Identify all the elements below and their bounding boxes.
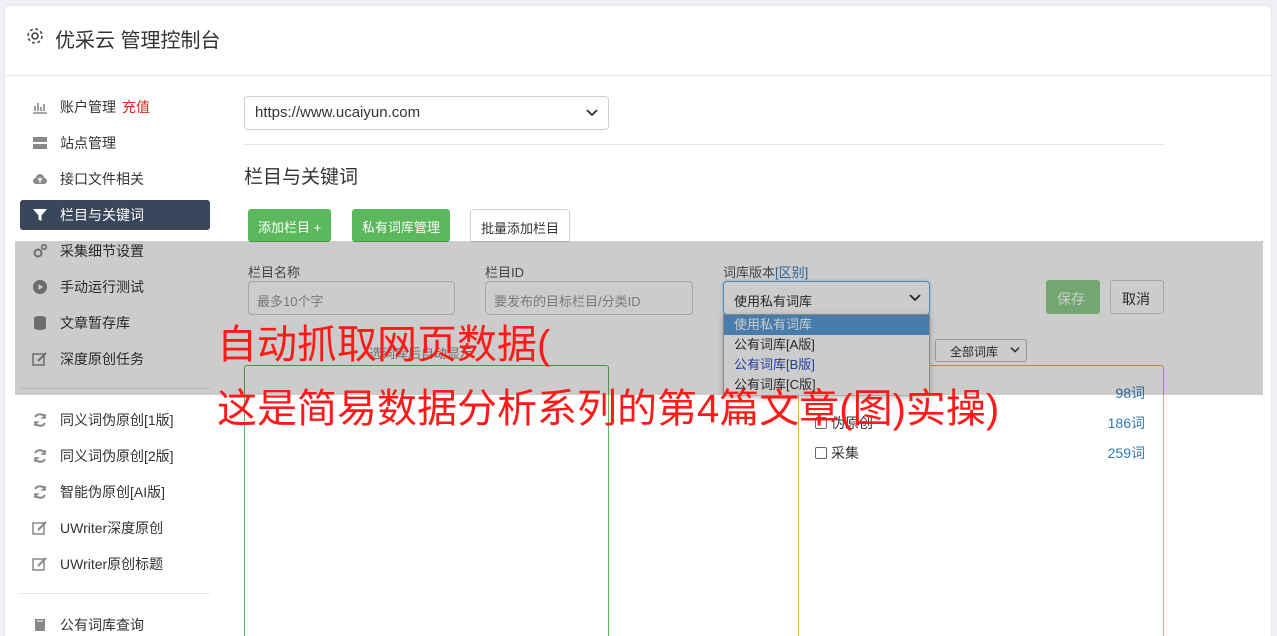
- sidebar-item-label: UWriter深度原创: [60, 520, 164, 536]
- caption-line-2: 这是简易数据分析系列的第4篇文章(图)实操): [217, 387, 1000, 431]
- refresh-icon: [34, 449, 46, 463]
- server-icon: [33, 137, 47, 149]
- sidebar-item-uwriter-deep[interactable]: UWriter深度原创: [20, 513, 210, 543]
- cloud-upload-icon: [33, 174, 47, 184]
- sidebar-item-label: 站点管理: [60, 135, 116, 151]
- sidebar-item-sites[interactable]: 站点管理: [20, 128, 210, 158]
- refresh-icon: [34, 413, 46, 427]
- filter-icon: [33, 209, 47, 221]
- sidebar-item-label: 智能伪原创[AI版]: [60, 484, 166, 500]
- refresh-icon: [34, 485, 46, 499]
- site-select-value: https://www.ucaiyun.com: [255, 104, 421, 121]
- private-lib-button[interactable]: 私有词库管理: [352, 209, 451, 242]
- sidebar-item-account[interactable]: 账户管理 充值: [20, 92, 210, 122]
- lib-name: 采集: [831, 445, 859, 461]
- sidebar-item-uwriter-title[interactable]: UWriter原创标题: [20, 549, 210, 579]
- header-bar: 优采云 管理控制台: [5, 6, 1273, 76]
- chevron-down-icon: [586, 109, 598, 117]
- sidebar-item-label: UWriter原创标题: [60, 556, 164, 572]
- edit-icon: [32, 557, 47, 571]
- sidebar-item-label: 同义词伪原创[1版]: [60, 412, 174, 428]
- sidebar-item-columns[interactable]: 栏目与关键词: [20, 200, 210, 230]
- sidebar-item-interface[interactable]: 接口文件相关: [20, 164, 210, 194]
- recharge-link[interactable]: 充值: [122, 97, 150, 117]
- divider: [244, 144, 1164, 145]
- site-select[interactable]: https://www.ucaiyun.com: [244, 96, 609, 130]
- caption-line-1: 自动抓取网页数据(: [217, 323, 551, 367]
- sidebar-divider: [20, 593, 210, 594]
- sidebar-item-label: 接口文件相关: [60, 171, 144, 187]
- sidebar-item-label: 栏目与关键词: [60, 207, 144, 223]
- sidebar-item-label: 同义词伪原创[2版]: [60, 448, 174, 464]
- sidebar-item-label: 公有词库查询: [60, 617, 144, 633]
- dim-overlay: [15, 241, 1263, 395]
- lib-count: 186词: [1107, 415, 1145, 431]
- bar-chart-icon: [33, 103, 47, 114]
- sidebar-item-synonym-v1[interactable]: 同义词伪原创[1版]: [20, 405, 210, 435]
- lib-count: 259词: [1107, 445, 1145, 461]
- checkbox[interactable]: [815, 447, 827, 459]
- book-icon: [35, 619, 45, 631]
- sidebar-item-ai-original[interactable]: 智能伪原创[AI版]: [20, 477, 210, 507]
- page-title: 优采云 管理控制台: [55, 30, 221, 52]
- edit-icon: [32, 521, 47, 535]
- gear-icon: [27, 28, 43, 44]
- sidebar-item-label: 账户管理: [60, 99, 116, 115]
- batch-add-button[interactable]: 批量添加栏目: [470, 209, 571, 242]
- section-title: 栏目与关键词: [244, 167, 359, 188]
- sidebar-item-synonym-v2[interactable]: 同义词伪原创[2版]: [20, 441, 210, 471]
- list-item[interactable]: 采集 259词: [815, 443, 1145, 463]
- sidebar-item-public-lib[interactable]: 公有词库查询: [20, 610, 210, 636]
- add-column-button[interactable]: 添加栏目 +: [248, 209, 332, 242]
